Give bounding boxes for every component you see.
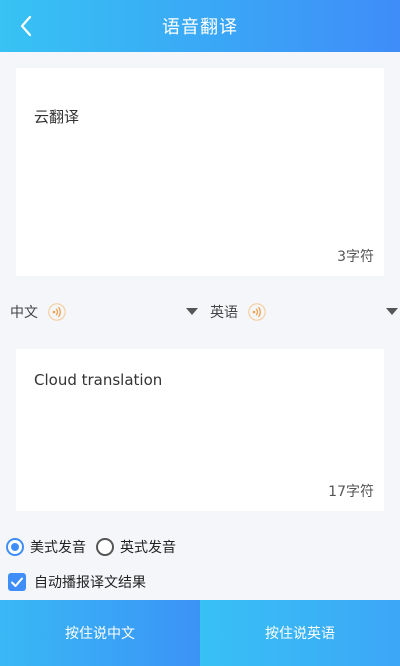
auto-play-label: 自动播报译文结果 <box>34 575 146 591</box>
page-title: 语音翻译 <box>162 17 238 38</box>
source-char-count: 3字符 <box>337 249 374 265</box>
target-language-label: 英语 <box>210 305 238 321</box>
radio-checked-icon[interactable] <box>6 538 24 556</box>
speaker-icon[interactable] <box>248 303 266 321</box>
app-header: 语音翻译 <box>0 0 400 52</box>
caret-down-icon[interactable] <box>386 308 398 315</box>
checkbox-checked-icon[interactable] <box>8 573 26 591</box>
language-selector-row: 中文 英语 <box>0 292 400 332</box>
source-text[interactable]: 云翻译 <box>34 106 79 127</box>
auto-play-checkbox[interactable]: 自动播报译文结果 <box>8 570 146 594</box>
bottom-action-bar: 按住说中文 按住说英语 <box>0 600 400 666</box>
checkmark-icon <box>11 577 23 587</box>
radio-label: 美式发音 <box>30 540 86 556</box>
hold-speak-chinese-button[interactable]: 按住说中文 <box>0 600 200 666</box>
speaker-icon[interactable] <box>48 303 66 321</box>
hold-speak-english-button[interactable]: 按住说英语 <box>200 600 400 666</box>
radio-unchecked-icon[interactable] <box>96 538 114 556</box>
source-text-panel[interactable]: 云翻译 3字符 <box>16 68 384 276</box>
source-language-select[interactable]: 中文 <box>10 292 200 332</box>
source-language-label: 中文 <box>10 305 38 321</box>
radio-label: 英式发音 <box>120 540 176 556</box>
voice-translate-screen: 语音翻译 云翻译 3字符 中文 英语 Cloud translation 17字… <box>0 0 400 666</box>
radio-british-pronunciation[interactable]: 英式发音 <box>96 537 176 557</box>
pronunciation-options: 美式发音 英式发音 <box>6 534 186 560</box>
chevron-left-icon <box>20 15 32 37</box>
target-text-panel[interactable]: Cloud translation 17字符 <box>16 349 384 511</box>
target-text[interactable]: Cloud translation <box>34 371 162 389</box>
target-language-select[interactable]: 英语 <box>210 292 400 332</box>
back-button[interactable] <box>8 8 44 44</box>
target-char-count: 17字符 <box>328 484 374 500</box>
radio-american-pronunciation[interactable]: 美式发音 <box>6 537 86 557</box>
caret-down-icon[interactable] <box>186 308 198 315</box>
